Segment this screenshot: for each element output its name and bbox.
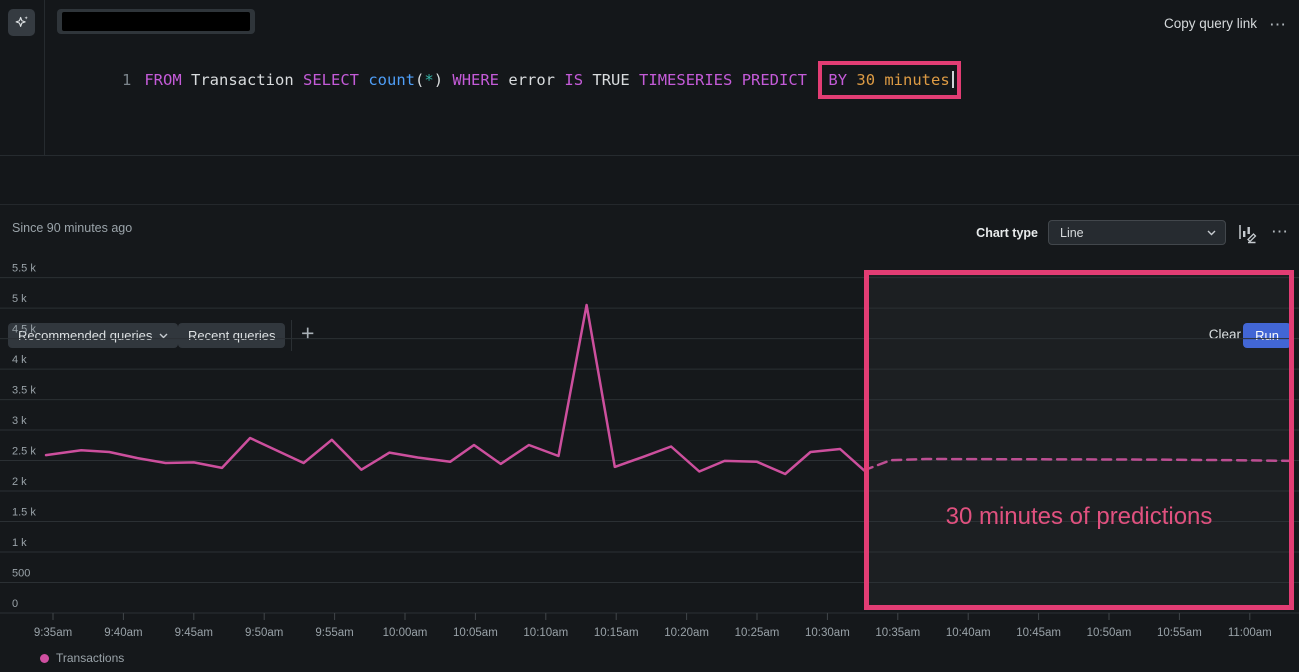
svg-text:3.5 k: 3.5 k [12, 385, 36, 397]
svg-text:2 k: 2 k [12, 476, 27, 488]
text-caret [952, 71, 954, 88]
query-toolbar: Recommended queries Recent queries + Cle… [0, 156, 1299, 205]
redaction-bar [62, 12, 250, 31]
edit-chart-button[interactable] [1236, 222, 1258, 244]
recent-queries-button[interactable]: Recent queries [178, 323, 285, 348]
recommended-queries-button[interactable]: Recommended queries [8, 323, 178, 348]
svg-text:9:45am: 9:45am [175, 627, 213, 639]
editor-more-menu-icon[interactable]: ⋯ [1269, 15, 1287, 35]
chevron-down-icon [1207, 230, 1216, 236]
svg-text:4 k: 4 k [12, 354, 27, 366]
chart-type-value: Line [1060, 226, 1084, 240]
chart-type-label: Chart type [976, 226, 1038, 240]
sparkle-icon [13, 14, 30, 31]
svg-text:10:35am: 10:35am [875, 627, 920, 639]
svg-text:10:55am: 10:55am [1157, 627, 1202, 639]
bar-chart-pencil-icon [1236, 222, 1258, 244]
svg-text:9:50am: 9:50am [245, 627, 283, 639]
svg-text:1 k: 1 k [12, 537, 27, 549]
svg-text:5.5 k: 5.5 k [12, 263, 36, 275]
legend-series-label: Transactions [56, 651, 124, 665]
svg-text:10:30am: 10:30am [805, 627, 850, 639]
svg-text:10:45am: 10:45am [1016, 627, 1061, 639]
svg-text:10:20am: 10:20am [664, 627, 709, 639]
predict-clause-highlight-box: BY 30 minutes [818, 61, 960, 99]
chart-more-menu-icon[interactable]: ⋯ [1271, 222, 1289, 242]
svg-text:9:55am: 9:55am [315, 627, 353, 639]
svg-text:9:40am: 9:40am [104, 627, 142, 639]
query-builder-app: Copy query link ⋯ 1 FROM Transaction SELE… [0, 0, 1299, 672]
add-query-button[interactable]: + [301, 320, 314, 347]
svg-text:0: 0 [12, 598, 18, 610]
svg-text:11:00am: 11:00am [1228, 627, 1272, 639]
copy-query-link[interactable]: Copy query link [1164, 16, 1257, 31]
chart-type-select[interactable]: Line [1048, 220, 1226, 245]
legend-series-dot [40, 654, 49, 663]
svg-text:5 k: 5 k [12, 293, 27, 305]
query-tab-redacted[interactable] [57, 9, 255, 34]
svg-text:2.5 k: 2.5 k [12, 446, 36, 458]
svg-text:10:05am: 10:05am [453, 627, 498, 639]
svg-text:10:10am: 10:10am [523, 627, 568, 639]
time-range-label: Since 90 minutes ago [12, 221, 132, 235]
svg-text:10:50am: 10:50am [1087, 627, 1132, 639]
svg-text:10:15am: 10:15am [594, 627, 639, 639]
svg-text:10:25am: 10:25am [735, 627, 780, 639]
ai-assistant-button[interactable] [8, 9, 35, 36]
svg-text:9:35am: 9:35am [34, 627, 72, 639]
toolbar-divider [291, 320, 292, 351]
prediction-annotation-fill [864, 270, 1294, 610]
svg-text:10:40am: 10:40am [946, 627, 991, 639]
query-code-line[interactable]: 1 FROM Transaction SELECT count(*) WHERE … [66, 47, 961, 113]
svg-text:3 k: 3 k [12, 415, 27, 427]
line-number: 1 [122, 71, 131, 89]
editor-divider [44, 0, 45, 155]
query-editor-panel: Copy query link ⋯ 1 FROM Transaction SELE… [0, 0, 1299, 156]
chart-legend[interactable]: Transactions [40, 651, 124, 665]
query-tokens: FROM Transaction SELECT count(*) WHERE e… [144, 71, 816, 89]
svg-text:500: 500 [12, 568, 30, 580]
svg-text:10:00am: 10:00am [383, 627, 428, 639]
svg-text:1.5 k: 1.5 k [12, 507, 36, 519]
chevron-down-icon [159, 333, 168, 339]
